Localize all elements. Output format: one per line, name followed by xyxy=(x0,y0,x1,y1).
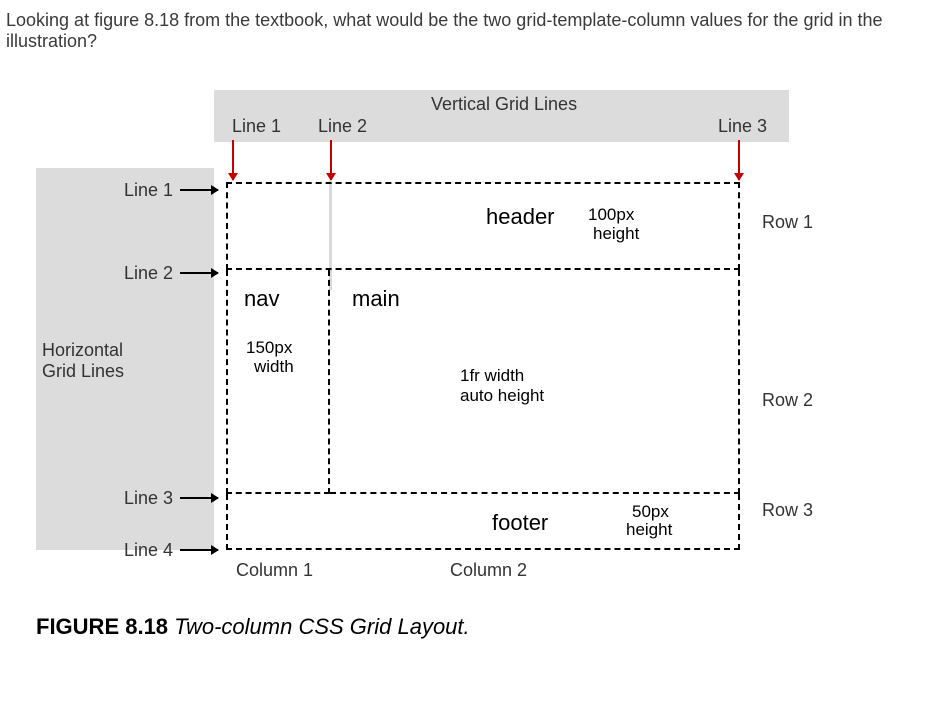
question-text: Looking at figure 8.18 from the textbook… xyxy=(0,0,941,52)
h-line-3-label: Line 3 xyxy=(124,488,173,509)
column-1-label: Column 1 xyxy=(236,560,313,581)
arrow-right-icon xyxy=(180,272,218,274)
arrow-down-icon xyxy=(330,140,332,180)
main-dim-1: 1fr width xyxy=(460,366,524,386)
main-label: main xyxy=(352,286,400,312)
v-line-1-label: Line 1 xyxy=(232,116,281,137)
column-2-label: Column 2 xyxy=(450,560,527,581)
caption-number: FIGURE 8.18 xyxy=(36,614,168,639)
arrow-right-icon xyxy=(180,549,218,551)
caption-text: Two-column CSS Grid Layout. xyxy=(174,614,469,639)
header-label: header xyxy=(486,204,555,230)
footer-dim-2: height xyxy=(626,520,672,540)
h-line-2-label: Line 2 xyxy=(124,263,173,284)
grid-diagram: header 100px height nav 150px width main… xyxy=(226,182,740,550)
footer-label: footer xyxy=(492,510,548,536)
row-3-label: Row 3 xyxy=(762,500,813,521)
footer-dim-1: 50px xyxy=(632,502,669,522)
v-line-3-label: Line 3 xyxy=(718,116,767,137)
arrow-right-icon xyxy=(180,189,218,191)
main-dim-2: auto height xyxy=(460,386,544,406)
arrow-down-icon xyxy=(232,140,234,180)
horizontal-grid-lines-title: Horizontal Grid Lines xyxy=(42,340,124,382)
arrow-right-icon xyxy=(180,497,218,499)
h-line-4-label: Line 4 xyxy=(124,540,173,561)
row-2-label: Row 2 xyxy=(762,390,813,411)
h-line-1-label: Line 1 xyxy=(124,180,173,201)
arrow-down-icon xyxy=(738,140,740,180)
figure-caption: FIGURE 8.18 Two-column CSS Grid Layout. xyxy=(36,614,470,640)
nav-dim-1: 150px xyxy=(246,338,292,358)
nav-dim-2: width xyxy=(254,357,294,377)
vertical-grid-lines-title: Vertical Grid Lines xyxy=(431,94,577,115)
figure-8-18: Horizontal Grid Lines Line 1 Line 2 Line… xyxy=(36,90,906,690)
cell-header xyxy=(226,182,740,270)
v-line-2-label: Line 2 xyxy=(318,116,367,137)
row-1-label: Row 1 xyxy=(762,212,813,233)
header-dim-2: height xyxy=(593,224,639,244)
nav-label: nav xyxy=(244,286,279,312)
header-dim-1: 100px xyxy=(588,205,634,225)
